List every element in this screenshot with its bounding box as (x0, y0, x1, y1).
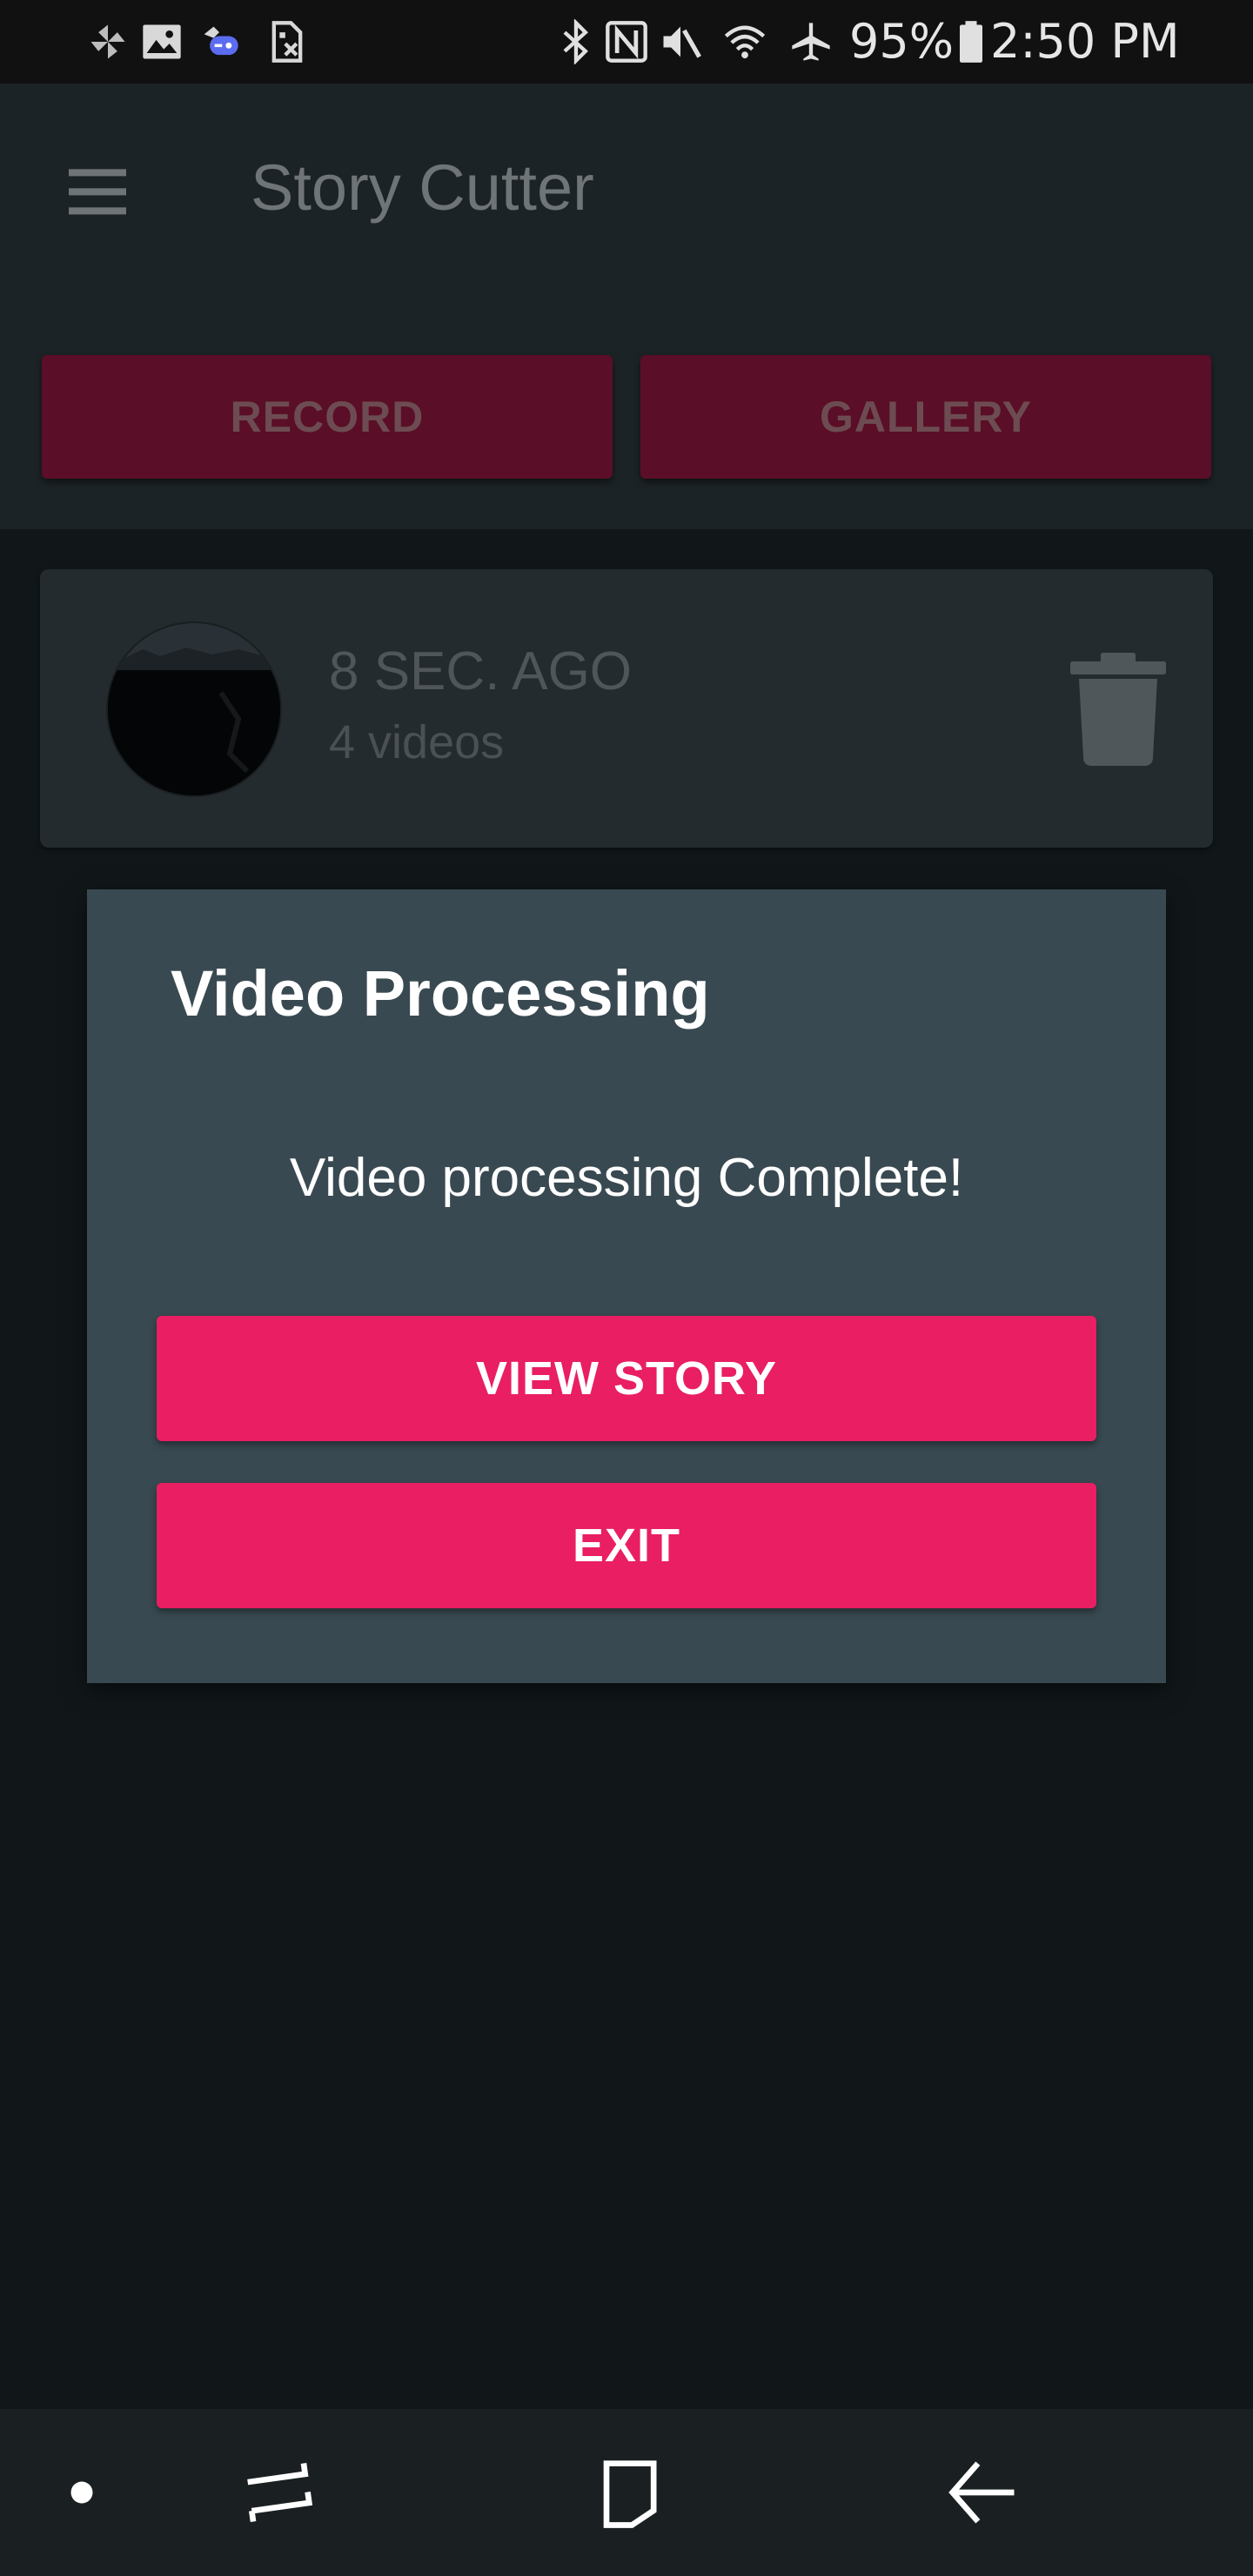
game-controller-icon (204, 26, 238, 56)
thumbnail-image (108, 623, 280, 795)
bluetooth-icon (563, 19, 588, 64)
gallery-button-label: GALLERY (819, 392, 1033, 441)
status-bar: 95% 2:50 PM (0, 0, 1253, 84)
mute-icon (663, 26, 701, 58)
record-button-label: RECORD (230, 392, 425, 441)
processing-dialog: Video Processing Video processing Comple… (87, 889, 1166, 1683)
sim-off-icon (271, 21, 303, 63)
app-title: Story Cutter (251, 151, 594, 224)
gallery-button[interactable]: GALLERY (640, 355, 1211, 479)
story-thumbnail[interactable] (106, 621, 282, 797)
app-bar: Story Cutter RECORD GALLERY (0, 84, 1253, 529)
pinwheel-icon (90, 24, 125, 59)
navigation-bar (0, 2409, 1253, 2576)
trash-icon[interactable] (1070, 653, 1166, 766)
story-video-count: 4 videos (329, 716, 505, 768)
record-button[interactable]: RECORD (42, 355, 613, 479)
exit-button-label: EXIT (572, 1519, 681, 1572)
story-card[interactable]: 8 SEC. AGO 4 videos (40, 569, 1213, 848)
airplane-mode-icon (792, 23, 830, 61)
recent-apps-icon[interactable] (235, 2449, 322, 2536)
nfc-icon (606, 21, 647, 63)
menu-icon[interactable] (59, 153, 136, 230)
back-icon[interactable] (938, 2449, 1025, 2536)
screen: 95% 2:50 PM Story Cutter RECORD GALLERY (0, 0, 1253, 2576)
home-icon[interactable] (585, 2449, 672, 2536)
view-story-button-label: VIEW STORY (475, 1352, 778, 1405)
battery-icon (960, 21, 982, 63)
wifi-icon (724, 25, 766, 59)
clock: 2:50 PM (990, 14, 1180, 69)
dot-icon[interactable] (38, 2449, 125, 2536)
dialog-message: Video processing Complete! (289, 1148, 964, 1208)
exit-button[interactable]: EXIT (157, 1483, 1096, 1608)
dialog-title: Video Processing (171, 957, 710, 1030)
battery-percent: 95% (849, 14, 955, 69)
story-time-ago: 8 SEC. AGO (329, 641, 633, 701)
image-icon (143, 24, 181, 59)
view-story-button[interactable]: VIEW STORY (157, 1316, 1096, 1441)
